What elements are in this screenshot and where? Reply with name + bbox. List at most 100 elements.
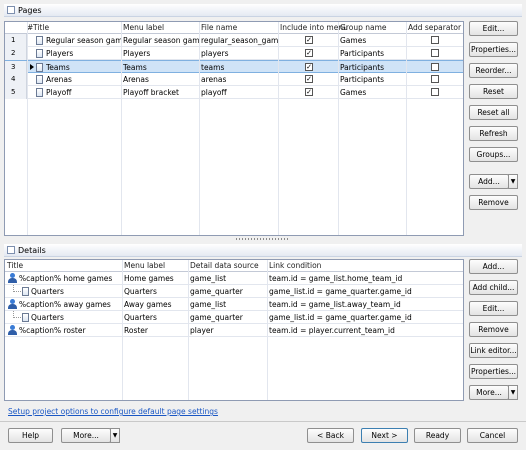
separator-checkbox[interactable]: [431, 36, 439, 44]
pages-reset-all-button[interactable]: Reset all: [469, 105, 518, 120]
table-row[interactable]: 4 Arenas Arenas arenas ✓ Participants: [5, 73, 463, 86]
cell-title[interactable]: %caption% away games: [19, 298, 121, 311]
include-checkbox[interactable]: ✓: [305, 49, 313, 57]
cell-file-name[interactable]: regular_season_games: [201, 34, 279, 47]
col-header-link-condition[interactable]: Link condition: [269, 260, 321, 271]
cell-title[interactable]: Quarters: [31, 285, 121, 298]
cell-title[interactable]: %caption% roster: [19, 324, 121, 337]
cell-menu-label[interactable]: Regular season games: [123, 34, 199, 47]
pages-groups-button[interactable]: Groups...: [469, 147, 518, 162]
col-header-file-name[interactable]: File name: [201, 22, 237, 33]
pages-properties-button[interactable]: Properties...: [469, 42, 518, 57]
separator-checkbox[interactable]: [431, 75, 439, 83]
col-header-menu-label[interactable]: Menu label: [123, 22, 164, 33]
cell-title[interactable]: Quarters: [31, 311, 121, 324]
cell-file-name[interactable]: playoff: [201, 86, 279, 99]
details-group-title: Details: [18, 246, 46, 255]
cell-title[interactable]: Regular season games: [46, 34, 122, 47]
cell-group[interactable]: Games: [340, 86, 406, 99]
cell-data-source[interactable]: game_quarter: [190, 285, 267, 298]
separator-checkbox[interactable]: [431, 63, 439, 71]
col-header-title[interactable]: Title: [33, 22, 49, 33]
cancel-button[interactable]: Cancel: [467, 428, 518, 443]
cell-title[interactable]: Playoff: [46, 86, 122, 99]
back-button[interactable]: < Back: [307, 428, 354, 443]
group-collapse-icon[interactable]: [7, 6, 15, 14]
cell-menu-label[interactable]: Playoff bracket: [123, 86, 199, 99]
row-number: 5: [5, 86, 27, 99]
pages-reset-button[interactable]: Reset: [469, 84, 518, 99]
cell-menu-label[interactable]: Arenas: [123, 73, 199, 86]
cell-menu-label[interactable]: Home games: [124, 272, 188, 285]
table-row[interactable]: 2 Players Players players ✓ Participants: [5, 47, 463, 60]
pages-add-dropdown-icon[interactable]: ▼: [508, 174, 518, 189]
details-grid[interactable]: Title Menu label Detail data source Link…: [4, 259, 464, 401]
footer-more-button[interactable]: More...: [61, 428, 111, 443]
cell-title[interactable]: %caption% home games: [19, 272, 121, 285]
column-divider: [27, 22, 28, 235]
cell-group[interactable]: Participants: [340, 73, 406, 86]
cell-title[interactable]: Arenas: [46, 73, 122, 86]
cell-group[interactable]: Participants: [340, 47, 406, 60]
col-header-menu-label[interactable]: Menu label: [124, 260, 165, 271]
pages-add-button[interactable]: Add...: [469, 174, 509, 189]
details-add-child-button[interactable]: Add child...: [469, 280, 518, 295]
cell-menu-label[interactable]: Roster: [124, 324, 188, 337]
group-collapse-icon[interactable]: [7, 246, 15, 254]
col-header-data-source[interactable]: Detail data source: [190, 260, 259, 271]
cell-link-condition[interactable]: team.id = player.current_team_id: [269, 324, 459, 337]
footer-more-dropdown-icon[interactable]: ▼: [110, 428, 120, 443]
cell-menu-label[interactable]: Quarters: [124, 311, 188, 324]
pages-grid[interactable]: # Title Menu label File name Include int…: [4, 21, 464, 236]
cell-link-condition[interactable]: team.id = game_list.home_team_id: [269, 272, 459, 285]
separator-checkbox[interactable]: [431, 88, 439, 96]
include-checkbox[interactable]: ✓: [305, 75, 313, 83]
table-row[interactable]: 5 Playoff Playoff bracket playoff ✓ Games: [5, 86, 463, 99]
table-row[interactable]: 1 Regular season gamesRegular season game…: [5, 34, 463, 47]
cell-link-condition[interactable]: team.id = game_list.away_team_id: [269, 298, 459, 311]
cell-menu-label[interactable]: Players: [123, 47, 199, 60]
table-row[interactable]: Quarters Quarters game_quarter game_list.id…: [5, 285, 463, 298]
include-checkbox[interactable]: ✓: [305, 36, 313, 44]
ready-button[interactable]: Ready: [414, 428, 461, 443]
cell-menu-label[interactable]: Away games: [124, 298, 188, 311]
cell-file-name[interactable]: arenas: [201, 73, 279, 86]
table-row[interactable]: Quarters Quarters game_quarter game_list.id…: [5, 311, 463, 324]
details-add-button[interactable]: Add...: [469, 259, 518, 274]
cell-link-condition[interactable]: game_list.id = game_quarter.game_id: [269, 285, 459, 298]
cell-data-source[interactable]: game_quarter: [190, 311, 267, 324]
details-more-button[interactable]: More...: [469, 385, 509, 400]
cell-data-source[interactable]: game_list: [190, 298, 267, 311]
cell-title[interactable]: Players: [46, 47, 122, 60]
separator-checkbox[interactable]: [431, 49, 439, 57]
details-properties-button[interactable]: Properties...: [469, 364, 518, 379]
col-header-group[interactable]: Group name: [340, 22, 387, 33]
cell-link-condition[interactable]: game_list.id = game_quarter.game_id: [269, 311, 459, 324]
cell-data-source[interactable]: player: [190, 324, 267, 337]
details-link-editor-button[interactable]: Link editor...: [469, 343, 518, 358]
pages-remove-button[interactable]: Remove: [469, 195, 518, 210]
details-more-dropdown-icon[interactable]: ▼: [508, 385, 518, 400]
col-header-title[interactable]: Title: [7, 260, 23, 271]
pages-refresh-button[interactable]: Refresh: [469, 126, 518, 141]
splitter-grip-icon[interactable]: [236, 238, 290, 240]
pages-edit-button[interactable]: Edit...: [469, 21, 518, 36]
details-remove-button[interactable]: Remove: [469, 322, 518, 337]
details-edit-button[interactable]: Edit...: [469, 301, 518, 316]
table-row[interactable]: %caption% away games Away games game_list t…: [5, 298, 463, 311]
table-row[interactable]: %caption% roster Roster player team.id = pl…: [5, 324, 463, 337]
help-button[interactable]: Help: [8, 428, 53, 443]
include-checkbox[interactable]: ✓: [305, 88, 313, 96]
setup-options-link[interactable]: Setup project options to configure defau…: [8, 407, 218, 416]
table-row[interactable]: 3 Teams Teams teams ✓ Participants: [5, 60, 463, 74]
include-checkbox[interactable]: ✓: [305, 63, 313, 71]
cell-menu-label[interactable]: Quarters: [124, 285, 188, 298]
col-header-separator[interactable]: Add separator: [408, 22, 461, 33]
cell-data-source[interactable]: game_list: [190, 272, 267, 285]
next-button[interactable]: Next >: [361, 428, 408, 443]
table-row[interactable]: %caption% home games Home games game_list t…: [5, 272, 463, 285]
cell-file-name[interactable]: players: [201, 47, 279, 60]
cell-group[interactable]: Games: [340, 34, 406, 47]
pages-reorder-button[interactable]: Reorder...: [469, 63, 518, 78]
splitter[interactable]: [4, 236, 522, 242]
